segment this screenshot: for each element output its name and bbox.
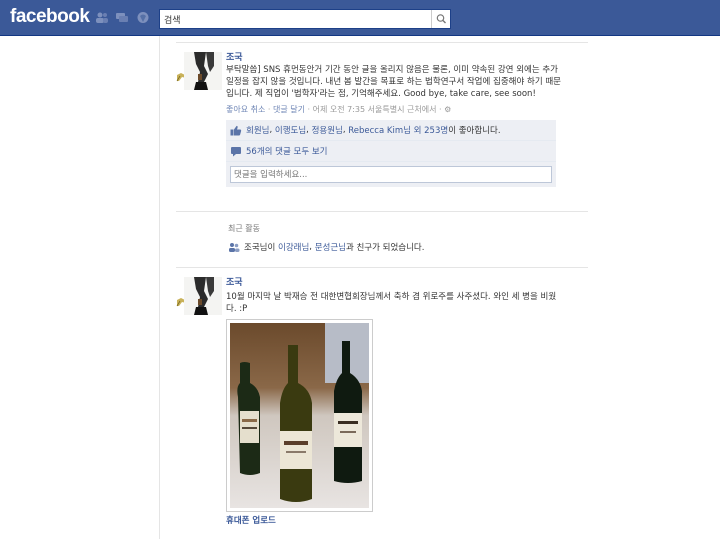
photo-attachment[interactable] xyxy=(226,319,373,512)
feedback-box: 회원님, 이행도님, 정용원님, Rebecca Kim님 외 253명 이 좋… xyxy=(226,120,556,187)
photo-caption-link[interactable]: 휴대폰 업로드 xyxy=(226,514,566,526)
view-all-comments-link[interactable]: 56개의 댓글 모두 보기 xyxy=(246,145,327,157)
liker-name[interactable]: Rebecca Kim님 xyxy=(348,124,411,136)
liker-name[interactable]: 이행도님 xyxy=(275,124,306,136)
author-name[interactable]: 조국 xyxy=(226,52,566,64)
author-avatar[interactable] xyxy=(184,277,222,315)
post-message: 10월 마지막 날 박재승 전 대한변협회장님께서 축하 겸 위로주를 사주셨다… xyxy=(226,292,557,314)
likes-row: 회원님, 이행도님, 정용원님, Rebecca Kim님 외 253명 이 좋… xyxy=(226,120,556,141)
liker-name[interactable]: 정용원님 xyxy=(312,124,343,136)
author-name[interactable]: 조국 xyxy=(226,277,566,289)
privacy-icon[interactable]: ⚙ xyxy=(444,105,451,114)
recent-activity-title: 최근 활동 xyxy=(228,224,260,233)
avatar-image xyxy=(184,52,222,90)
others-link[interactable]: 외 253명 xyxy=(414,124,449,136)
notifications-icon[interactable] xyxy=(136,11,150,24)
comment-link[interactable]: 댓글 달기 xyxy=(273,105,305,114)
post-time[interactable]: 어제 오전 7:35 서울특별시 근처에서 xyxy=(313,105,437,114)
post-message: 부탁말씀] SNS 휴먼동안거 기간 동안 글을 올리지 않음은 물론, 이미 … xyxy=(226,65,561,99)
comment-icon xyxy=(231,146,241,156)
thumbs-up-icon xyxy=(230,125,242,135)
divider xyxy=(176,211,588,212)
friends-icon xyxy=(229,242,240,252)
post-meta: 좋아요 취소 · 댓글 달기 · 어제 오전 7:35 서울특별시 근처에서 ·… xyxy=(226,105,452,114)
avatar-image xyxy=(184,277,222,315)
messages-icon[interactable] xyxy=(115,11,129,24)
activity-text: 이 xyxy=(267,243,276,253)
search-button[interactable] xyxy=(431,10,450,28)
activity-text: , xyxy=(309,242,312,252)
view-comments-row[interactable]: 56개의 댓글 모두 보기 xyxy=(226,141,556,162)
column-border xyxy=(159,36,160,539)
comment-input[interactable] xyxy=(230,166,552,183)
friends-icon[interactable] xyxy=(95,11,109,24)
divider xyxy=(176,267,588,268)
top-bar: facebook xyxy=(0,0,720,36)
activity-actor[interactable]: 조국님 xyxy=(244,241,267,253)
author-avatar[interactable] xyxy=(184,52,222,90)
likes-suffix: 이 좋아합니다. xyxy=(448,126,501,136)
divider xyxy=(176,42,588,43)
search-box[interactable] xyxy=(159,9,451,29)
activity-text: 과 친구가 되었습니다. xyxy=(345,243,425,253)
friend-link[interactable]: 문성근님 xyxy=(315,241,346,253)
photo-image xyxy=(230,323,369,508)
wine-bottles-photo xyxy=(230,323,369,508)
comment-composer xyxy=(226,162,556,187)
facebook-logo[interactable]: facebook xyxy=(10,6,90,28)
liker-name[interactable]: 회원님 xyxy=(246,124,269,136)
friend-link[interactable]: 이강래님 xyxy=(278,241,309,253)
unlike-link[interactable]: 좋아요 취소 xyxy=(226,105,265,114)
search-icon xyxy=(436,14,446,24)
recent-activity-item: 조국님 이 이강래님, 문성근님 과 친구가 되었습니다. xyxy=(228,241,424,253)
search-input[interactable] xyxy=(160,10,430,28)
